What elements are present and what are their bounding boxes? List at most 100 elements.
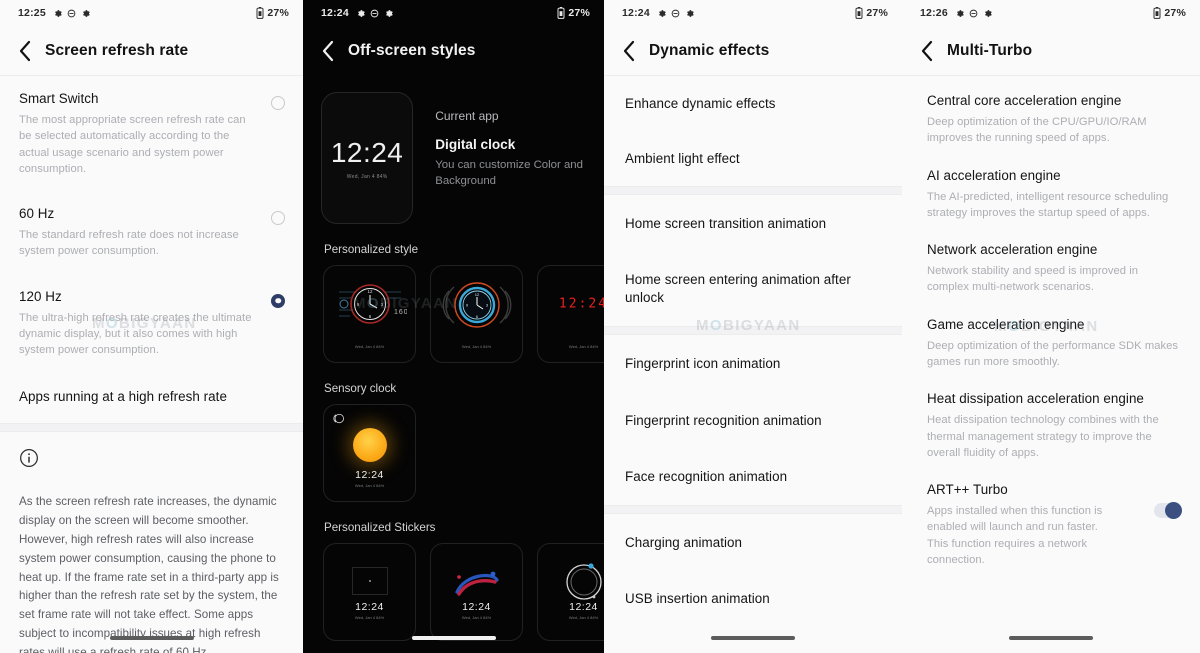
thumb-row-personalized-stickers: 12:24 Wed, Jan 4 84% 12:24 Wed, Jan 4 84…: [303, 543, 604, 641]
engine-desc: Network stability and speed is improved …: [927, 265, 1139, 294]
info-circle-icon: [20, 449, 38, 468]
preview-card[interactable]: 12:24 Wed, Jan 4 84%: [321, 92, 414, 224]
option-desc: The standard refresh rate does not incre…: [19, 229, 239, 258]
sticker-thumb-ring-orbit[interactable]: 12:24 Wed, Jan 4 84%: [537, 543, 604, 641]
gear-icon: [686, 9, 694, 17]
crescent-moon-icon: [333, 413, 344, 424]
option-120hz[interactable]: 120 Hz The ultra-high refresh rate creat…: [0, 274, 303, 373]
list-item-enhance-dynamic-effects[interactable]: Enhance dynamic effects: [604, 76, 902, 131]
home-indicator[interactable]: [1009, 636, 1093, 640]
engine-game[interactable]: Game acceleration engine Deep optimizati…: [902, 306, 1200, 381]
back-arrow-icon[interactable]: [18, 40, 32, 62]
engine-network[interactable]: Network acceleration engine Network stab…: [902, 231, 1200, 306]
engine-title: Central core acceleration engine: [927, 93, 1122, 108]
list-item-label: Ambient light effect: [625, 151, 740, 167]
engine-art-turbo[interactable]: ART++ Turbo Apps installed when this fun…: [902, 471, 1200, 578]
list-item-home-screen-transition-animation[interactable]: Home screen transition animation: [604, 195, 902, 252]
thumb-date: Wed, Jan 4 84%: [354, 615, 385, 620]
list-item-charging-animation[interactable]: Charging animation: [604, 514, 902, 571]
app-bar: Multi-Turbo: [902, 26, 1200, 76]
panel-multi-turbo: 12:26 27% Multi-Turbo Central core accel…: [902, 0, 1200, 653]
status-right: 27%: [557, 7, 590, 19]
style-thumb-led-digital-red[interactable]: 12:24 Wed, Jan 4 84%: [537, 265, 604, 363]
section-label-sensory-clock: Sensory clock: [324, 382, 397, 395]
list-item-home-screen-entering-animation[interactable]: Home screen entering animation after unl…: [604, 252, 902, 326]
option-smart-switch[interactable]: Smart Switch The most appropriate screen…: [0, 76, 303, 191]
sticker-thumb-square-frame[interactable]: 12:24 Wed, Jan 4 84%: [323, 543, 416, 641]
back-arrow-icon[interactable]: [622, 40, 636, 62]
section-divider: [604, 186, 902, 196]
row-apps-high-refresh[interactable]: Apps running at a high refresh rate: [0, 372, 303, 423]
thumb-date: Wed, Jan 4 84%: [568, 615, 599, 620]
preview-date: Wed, Jan 4 84%: [346, 173, 388, 180]
sticker-thumb-planet-swirl[interactable]: 12:24 Wed, Jan 4 84%: [430, 543, 523, 641]
dynamic-effects-group-1: Enhance dynamic effects Ambient light ef…: [604, 76, 902, 186]
section-divider: [0, 423, 303, 433]
status-time: 12:24: [622, 7, 650, 19]
current-style-preview: 12:24 Wed, Jan 4 84% Current app Digital…: [303, 76, 604, 224]
art-turbo-toggle[interactable]: [1154, 502, 1182, 520]
thumb-clock: Wed, Jan 4 84%: [538, 342, 604, 349]
list-item-label: Enhance dynamic effects: [625, 96, 776, 111]
preview-time: 12:24: [330, 136, 404, 168]
status-right: 27%: [256, 7, 289, 19]
section-label-personalized-stickers: Personalized Stickers: [324, 521, 436, 534]
list-item-fingerprint-icon-animation[interactable]: Fingerprint icon animation: [604, 335, 902, 392]
engine-heat-dissipation[interactable]: Heat dissipation acceleration engine Hea…: [902, 380, 1200, 471]
thumb-clock: 12:24 Wed, Jan 4 84%: [538, 601, 604, 620]
radio-smart-switch[interactable]: [271, 96, 285, 110]
list-item-label: Fingerprint icon animation: [625, 356, 781, 372]
back-arrow-icon[interactable]: [920, 40, 934, 62]
engine-ai[interactable]: AI acceleration engine The AI-predicted,…: [902, 157, 1200, 232]
list-item-label: Fingerprint recognition animation: [625, 412, 822, 428]
page-title: Screen refresh rate: [45, 41, 189, 59]
home-indicator[interactable]: [711, 636, 795, 640]
style-thumb-sun-orb[interactable]: 12:24 Wed, Jan 4 84%: [323, 404, 416, 502]
radio-120hz[interactable]: [271, 293, 285, 308]
option-title: Smart Switch: [19, 91, 99, 106]
thumb-date: Wed, Jan 4 84%: [354, 483, 385, 488]
list-item-ambient-light-effect[interactable]: Ambient light effect: [604, 131, 902, 186]
thumb-clock: Wed, Jan 4 84%: [324, 342, 415, 349]
home-indicator[interactable]: [411, 636, 496, 640]
engine-central-core[interactable]: Central core acceleration engine Deep op…: [902, 76, 1200, 157]
engine-desc: Deep optimization of the CPU/GPU/IO/RAM …: [927, 116, 1147, 145]
option-60hz[interactable]: 60 Hz The standard refresh rate does not…: [0, 191, 303, 274]
option-title: 120 Hz: [19, 288, 62, 304]
engine-desc: Deep optimization of the performance SDK…: [927, 339, 1179, 369]
list-item-fingerprint-recognition-animation[interactable]: Fingerprint recognition animation: [604, 393, 902, 449]
dynamic-effects-group-2: Home screen transition animation Home sc…: [604, 195, 902, 326]
status-bar: 12:26 27%: [902, 0, 1200, 26]
list-item-usb-insertion-animation[interactable]: USB insertion animation: [604, 571, 902, 627]
status-icons: [356, 9, 393, 18]
section-label-personalized-style: Personalized style: [324, 243, 419, 256]
thumb-clock: 12:24 Wed, Jan 4 84%: [324, 601, 415, 620]
svg-text:12: 12: [474, 292, 479, 297]
style-thumb-analog-dial-blue[interactable]: 12 3 6 9 Wed, Jan 4 84%: [430, 265, 523, 363]
thumb-row-sensory-clock: 12:24 Wed, Jan 4 84%: [303, 404, 604, 502]
dynamic-effects-group-3: Fingerprint icon animation Fingerprint r…: [604, 335, 902, 504]
thumb-time: 12:24: [462, 601, 491, 613]
list-item-face-recognition-animation[interactable]: Face recognition animation: [604, 449, 902, 505]
list-item-label: Charging animation: [625, 534, 743, 550]
info-block: As the screen refresh rate increases, th…: [0, 432, 303, 653]
option-desc: The most appropriate screen refresh rate…: [19, 114, 246, 175]
option-desc: The ultra-high refresh rate creates the …: [19, 311, 252, 357]
status-time: 12:26: [920, 7, 948, 19]
page-title: Off-screen styles: [348, 42, 476, 59]
status-time: 12:24: [321, 7, 349, 19]
page-title: Multi-Turbo: [947, 41, 1033, 59]
preview-info: Current app Digital clock You can custom…: [435, 92, 588, 224]
style-thumb-analog-dial-red[interactable]: 12369 160 Wed, Jan 4 84%: [323, 265, 416, 363]
battery-percent: 27%: [568, 7, 590, 19]
battery-percent: 27%: [1164, 7, 1186, 19]
battery-icon: [557, 7, 565, 19]
back-arrow-icon[interactable]: [321, 40, 335, 62]
thumb-led-time: 12:24: [558, 296, 604, 312]
home-indicator[interactable]: [109, 636, 194, 640]
radio-60hz[interactable]: [271, 211, 285, 226]
minus-circle-icon: [969, 9, 978, 17]
status-time: 12:25: [18, 7, 46, 19]
thumb-time: 12:24: [355, 469, 384, 481]
square-frame-graphic: [351, 567, 388, 595]
